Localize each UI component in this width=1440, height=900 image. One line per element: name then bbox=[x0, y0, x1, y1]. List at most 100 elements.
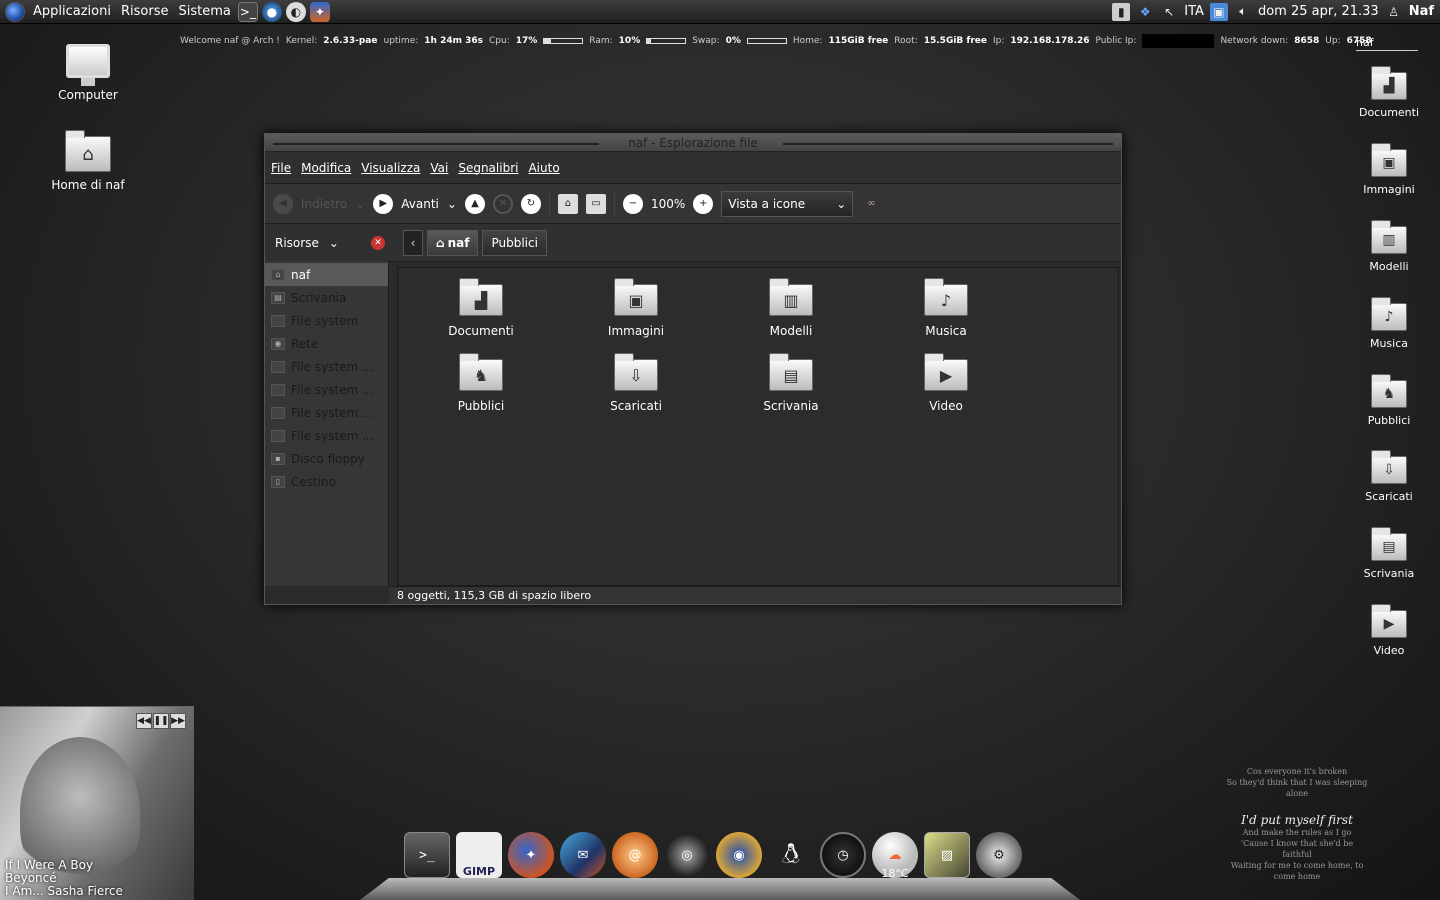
home-icon[interactable]: ⌂ bbox=[557, 193, 578, 214]
file-item-musica[interactable]: ♪ Musica bbox=[881, 278, 1011, 338]
pause-icon[interactable]: ❚❚ bbox=[153, 713, 169, 729]
forward-history-chevron-icon[interactable]: ⌄ bbox=[447, 197, 457, 211]
breadcrumb-pubblici[interactable]: Pubblici bbox=[482, 229, 547, 256]
file-item-documenti[interactable]: ▟ Documenti bbox=[416, 278, 546, 338]
close-side-pane-icon[interactable]: ✕ bbox=[371, 235, 385, 250]
dropbox-icon[interactable]: ❖ bbox=[1136, 3, 1154, 21]
file-item-immagini[interactable]: ▣ Immagini bbox=[571, 278, 701, 338]
pictures-folder-icon: ▣ bbox=[1371, 143, 1407, 177]
clock[interactable]: dom 25 apr, 21.33 bbox=[1258, 4, 1379, 19]
breadcrumb-left-arrow-icon[interactable]: ‹ bbox=[403, 229, 423, 256]
zoom-out-icon[interactable]: − bbox=[622, 193, 643, 214]
user-icon[interactable]: ♙ bbox=[1385, 3, 1403, 21]
search-binoculars-icon[interactable]: ∞ bbox=[861, 194, 881, 214]
back-history-chevron-icon[interactable]: ⌄ bbox=[355, 197, 365, 211]
breadcrumb-naf[interactable]: ⌂ naf bbox=[427, 229, 479, 256]
desktop-icon-computer[interactable]: Computer bbox=[33, 44, 143, 102]
zoom-level[interactable]: 100% bbox=[651, 197, 685, 211]
file-item-label: Documenti bbox=[448, 324, 514, 338]
volume-icon[interactable]: 🔈︎ bbox=[1234, 3, 1252, 21]
menu-risorse[interactable]: Risorse bbox=[116, 4, 174, 19]
drive-icon bbox=[271, 314, 285, 327]
file-item-video[interactable]: ▶ Video bbox=[881, 353, 1011, 413]
network-icon[interactable]: ▣ bbox=[1209, 2, 1228, 21]
next-track-icon[interactable]: ▶▶ bbox=[170, 713, 186, 729]
sidebar-item-filesystem-2[interactable]: File system ... bbox=[265, 378, 388, 401]
right-icon-musica[interactable]: ♪ Musica bbox=[1345, 297, 1433, 350]
settings-icon[interactable]: ⚙ bbox=[976, 832, 1022, 878]
arch-logo-icon[interactable] bbox=[5, 1, 25, 22]
right-icon-documenti[interactable]: ▟ Documenti bbox=[1345, 66, 1433, 119]
up-arrow-icon[interactable]: ▲ bbox=[464, 193, 485, 214]
media-icon[interactable]: ◎ bbox=[664, 832, 710, 878]
user-name[interactable]: Naf bbox=[1409, 4, 1434, 19]
photo-icon[interactable]: ▨ bbox=[924, 832, 970, 878]
sidebar-item-filesystem[interactable]: File system bbox=[265, 309, 388, 332]
speaker-device-icon[interactable]: ▮ bbox=[1112, 2, 1131, 21]
temperature: 18°C bbox=[881, 867, 909, 880]
forward-button[interactable]: Avanti bbox=[401, 197, 439, 211]
reload-icon[interactable]: ↻ bbox=[520, 193, 541, 214]
chromium-icon[interactable]: ◉ bbox=[716, 832, 762, 878]
file-item-scrivania[interactable]: ▤ Scrivania bbox=[726, 353, 856, 413]
downloads-folder-icon: ⇩ bbox=[614, 353, 658, 391]
menu-visualizza[interactable]: Visualizza bbox=[361, 161, 420, 175]
file-item-modelli[interactable]: ▥ Modelli bbox=[726, 278, 856, 338]
pidgin-icon[interactable]: ◐ bbox=[285, 1, 306, 22]
sidebar-item-filesystem-3[interactable]: File system ... bbox=[265, 401, 388, 424]
back-arrow-icon[interactable]: ◀ bbox=[273, 193, 293, 214]
zoom-in-icon[interactable]: + bbox=[693, 193, 714, 214]
menu-file[interactable]: File bbox=[271, 161, 291, 175]
keyboard-layout[interactable]: ITA bbox=[1184, 4, 1204, 19]
ram-bar-fill bbox=[647, 39, 652, 43]
right-icon-video[interactable]: ▶ Video bbox=[1345, 604, 1433, 657]
desktop-icon-home[interactable]: ⌂ Home di naf bbox=[33, 130, 143, 192]
right-icon-immagini[interactable]: ▣ Immagini bbox=[1345, 143, 1433, 196]
menu-sistema[interactable]: Sistema bbox=[173, 4, 235, 19]
view-mode-select[interactable]: Vista a icone ⌄ bbox=[721, 190, 854, 217]
back-button[interactable]: Indietro bbox=[301, 197, 347, 211]
menu-vai[interactable]: Vai bbox=[430, 161, 448, 175]
firefox-icon[interactable]: ✦ bbox=[309, 1, 330, 22]
window-titlebar[interactable]: naf - Esplorazione file bbox=[265, 134, 1121, 152]
gimp-icon[interactable]: GIMP bbox=[456, 832, 502, 878]
clock-icon[interactable]: ◷ bbox=[820, 832, 866, 878]
terminal-icon[interactable]: >_ bbox=[404, 832, 450, 878]
videos-folder-icon: ▶ bbox=[1371, 604, 1407, 638]
file-item-scaricati[interactable]: ⇩ Scaricati bbox=[571, 353, 701, 413]
side-pane-select[interactable]: Risorse ⌄ ✕ bbox=[265, 235, 395, 250]
right-icon-modelli[interactable]: ▥ Modelli bbox=[1345, 220, 1433, 273]
computer-icon[interactable]: ▭ bbox=[585, 193, 606, 214]
menu-modifica[interactable]: Modifica bbox=[301, 161, 351, 175]
music-player-widget[interactable]: ◀◀ ❚❚ ▶▶ If I Were A Boy Beyoncé I Am...… bbox=[0, 706, 194, 900]
pointer-icon[interactable]: ↖ bbox=[1160, 3, 1178, 21]
right-icon-label: Scrivania bbox=[1363, 567, 1415, 580]
thunderbird-icon[interactable]: ✉ bbox=[560, 832, 606, 878]
file-item-pubblici[interactable]: ♞ Pubblici bbox=[416, 353, 546, 413]
nautilus-icon[interactable]: @ bbox=[612, 832, 658, 878]
sidebar-item-cestino[interactable]: ▯ Cestino bbox=[265, 470, 388, 493]
previous-track-icon[interactable]: ◀◀ bbox=[136, 713, 152, 729]
side-pane-title: Risorse bbox=[275, 235, 319, 250]
right-icon-scrivania[interactable]: ▤ Scrivania bbox=[1345, 527, 1433, 580]
stop-icon[interactable]: ✕ bbox=[492, 193, 513, 214]
menu-applicazioni[interactable]: Applicazioni bbox=[28, 4, 116, 19]
forward-arrow-icon[interactable]: ▶ bbox=[373, 193, 394, 214]
weather-icon[interactable]: ☁ 18°C bbox=[872, 832, 918, 880]
sidebar-item-filesystem-1[interactable]: File system ... bbox=[265, 355, 388, 378]
conky-status-bar: Welcome naf @ Arch ! Kernel: 2.6.33-pae u… bbox=[180, 34, 1372, 48]
sidebar-item-rete[interactable]: ◉ Rete bbox=[265, 332, 388, 355]
sidebar-item-floppy[interactable]: ▪ Disco floppy bbox=[265, 447, 388, 470]
sidebar-item-filesystem-4[interactable]: File system ... bbox=[265, 424, 388, 447]
sidebar-item-naf[interactable]: ⌂ naf bbox=[265, 263, 388, 286]
right-icon-scaricati[interactable]: ⇩ Scaricati bbox=[1345, 450, 1433, 503]
right-icon-pubblici[interactable]: ♞ Pubblici bbox=[1345, 374, 1433, 427]
firefox-icon[interactable]: ✦ bbox=[508, 832, 554, 878]
tux-icon[interactable]: 🐧︎ bbox=[768, 832, 814, 878]
menu-segnalibri[interactable]: Segnalibri bbox=[458, 161, 518, 175]
menu-aiuto[interactable]: Aiuto bbox=[528, 161, 559, 175]
sidebar-item-label: File system bbox=[291, 313, 359, 328]
sidebar-item-scrivania[interactable]: ▤ Scrivania bbox=[265, 286, 388, 309]
chromium-icon[interactable]: ● bbox=[261, 1, 282, 22]
terminal-icon[interactable]: >_ bbox=[237, 1, 258, 22]
